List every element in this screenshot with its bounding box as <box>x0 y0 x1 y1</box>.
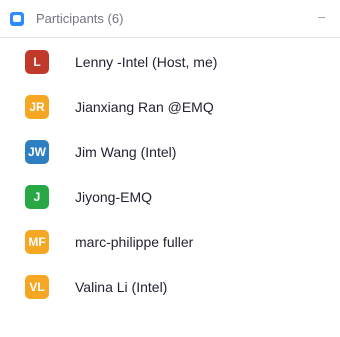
participants-icon <box>10 12 24 26</box>
participants-header: Participants (6) – <box>0 0 340 38</box>
participants-title: Participants (6) <box>36 11 124 26</box>
participant-name: Jiyong-EMQ <box>75 189 153 205</box>
participant-row[interactable]: J Jiyong-EMQ <box>0 173 340 223</box>
minimize-icon[interactable]: – <box>318 8 325 26</box>
participant-row[interactable]: JW Jim Wang (Intel) <box>0 128 340 178</box>
avatar: L <box>25 50 49 74</box>
participant-row[interactable]: JR Jianxiang Ran @EMQ <box>0 83 340 133</box>
avatar: JR <box>25 95 49 119</box>
participant-name: marc-philippe fuller <box>75 234 194 250</box>
avatar: J <box>25 185 49 209</box>
avatar: MF <box>25 230 49 254</box>
participant-name: Jianxiang Ran @EMQ <box>75 99 214 115</box>
participants-panel: Participants (6) – L Lenny -Intel (Host,… <box>0 0 340 337</box>
avatar: VL <box>25 275 49 299</box>
participant-name: Jim Wang (Intel) <box>75 144 177 160</box>
participant-row[interactable]: VL Valina Li (Intel) <box>0 263 340 313</box>
participant-row[interactable]: L Lenny -Intel (Host, me) <box>0 38 340 88</box>
participant-row[interactable]: MF marc-philippe fuller <box>0 218 340 268</box>
avatar: JW <box>25 140 49 164</box>
participant-name: Valina Li (Intel) <box>75 279 168 295</box>
participant-name: Lenny -Intel (Host, me) <box>75 54 218 70</box>
